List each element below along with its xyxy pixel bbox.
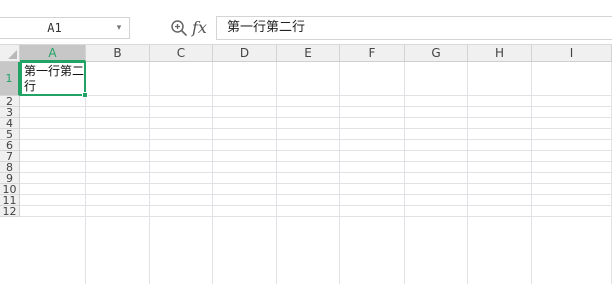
fill-handle[interactable] <box>82 92 88 98</box>
column-header-g[interactable]: G <box>405 45 468 62</box>
column-header-i[interactable]: I <box>532 45 612 62</box>
toolbar: A1 ▾ fx 第一行第二行 <box>0 0 612 45</box>
row-gridline <box>20 205 612 206</box>
row-header-12[interactable]: 12 <box>0 206 20 217</box>
column-header-f[interactable]: F <box>340 45 405 62</box>
name-box[interactable]: A1 ▾ <box>0 17 130 39</box>
column-header-d[interactable]: D <box>213 45 277 62</box>
row-gridline <box>20 161 612 162</box>
zoom-icon[interactable] <box>170 19 188 37</box>
formula-input[interactable]: 第一行第二行 <box>216 16 612 40</box>
row-gridline <box>20 95 612 96</box>
row-gridline <box>20 194 612 195</box>
column-header-b[interactable]: B <box>86 45 150 62</box>
column-header-e[interactable]: E <box>277 45 340 62</box>
name-box-value: A1 <box>47 21 62 35</box>
selection-border <box>20 61 86 96</box>
column-header-h[interactable]: H <box>468 45 532 62</box>
row-gridline <box>20 139 612 140</box>
row-gridline <box>20 106 612 107</box>
column-header-a[interactable]: A <box>20 45 86 62</box>
row-gridline <box>20 216 612 217</box>
chevron-down-icon[interactable]: ▾ <box>111 18 127 38</box>
row-gridline <box>20 172 612 173</box>
fx-icon[interactable]: fx <box>192 16 207 40</box>
row-header-1[interactable]: 1 <box>0 62 20 96</box>
row-gridline <box>20 183 612 184</box>
row-gridline <box>20 128 612 129</box>
column-header-c[interactable]: C <box>150 45 213 62</box>
select-all-corner[interactable] <box>0 45 20 62</box>
row-gridline <box>20 150 612 151</box>
spreadsheet-grid[interactable]: A B C D E F G H I 1 2 3 4 5 6 7 8 9 10 11 12 第一行第二行 <box>0 45 612 284</box>
row-gridline <box>20 117 612 118</box>
